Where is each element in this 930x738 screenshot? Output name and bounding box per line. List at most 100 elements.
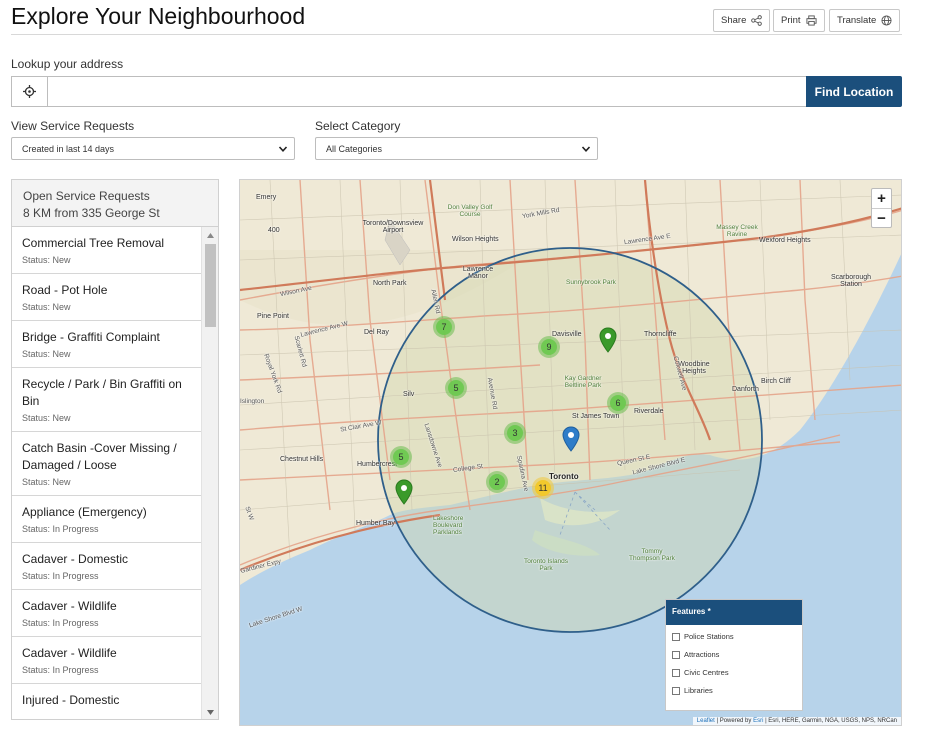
print-icon [806,15,817,26]
attribution-powered: | Powered by [714,718,754,724]
cluster-count: 3 [507,425,523,441]
map-cluster[interactable]: 11 [532,477,554,499]
requests-panel-header: Open Service Requests 8 KM from 335 Geor… [12,180,218,227]
map-label: Chestnut Hills [280,456,324,463]
feature-label: Civic Centres [684,668,729,677]
map-label: Davisville [552,331,582,338]
map-label: North Park [373,280,407,287]
cluster-count: 11 [535,480,551,496]
header-divider [11,34,902,35]
request-title: Cadaver - Wildlife [22,646,117,660]
address-label: Lookup your address [11,57,124,71]
category-select[interactable]: All Categories [315,137,598,160]
map-label: Silv [403,391,415,398]
map[interactable]: Emery 400 Toronto/Downsview Airport Don … [239,179,902,726]
list-item[interactable]: Recycle / Park / Bin Graffiti on Bin Stat… [12,368,202,432]
attribution-sources: | Esri, HERE, Garmin, NGA, USGS, NPS, NR… [763,718,897,724]
scroll-thumb[interactable] [205,244,216,327]
green-marker-icon[interactable] [599,327,617,353]
map-label: Scarborough Station [830,274,872,288]
request-status: Status: In Progress [22,571,99,581]
map-label: Lakeshore Boulevard Parklands [433,515,464,536]
feature-police-stations[interactable]: Police Stations [672,630,796,643]
page-title: Explore Your Neighbourhood [11,3,306,29]
scroll-down-icon[interactable] [206,708,215,717]
requests-panel: Open Service Requests 8 KM from 335 Geor… [11,179,219,720]
list-item[interactable]: Cadaver - Wildlife Status: In Progress [12,590,202,637]
list-item[interactable]: Catch Basin -Cover Missing / Damaged / L… [12,432,202,496]
requests-list: Commercial Tree Removal Status: New Road … [12,227,202,719]
cluster-count: 2 [489,474,505,490]
map-cluster[interactable]: 9 [538,336,560,358]
map-cluster[interactable]: 2 [486,471,508,493]
locate-me-button[interactable] [11,76,47,107]
checkbox[interactable] [672,668,680,677]
zoom-in-button[interactable]: + [872,189,891,208]
map-cluster[interactable]: 7 [433,316,455,338]
green-marker-icon[interactable] [395,479,413,505]
globe-icon [881,15,892,26]
map-label: St James Town [572,413,620,420]
feature-libraries[interactable]: Libraries [672,684,796,697]
map-label: Humber Bay [356,520,395,527]
request-title: Bridge - Graffiti Complaint [22,330,160,344]
map-cluster[interactable]: 5 [390,446,412,468]
list-item[interactable]: Commercial Tree Removal Status: New [12,227,202,274]
page: Explore Your Neighbourhood Share Print T… [0,0,930,738]
map-label: Don Valley Golf Course [447,204,493,218]
service-requests-label: View Service Requests [11,119,135,133]
list-scrollbar[interactable] [201,227,218,719]
zoom-control: + − [871,188,892,228]
map-cluster[interactable]: 3 [504,422,526,444]
request-status: Status: In Progress [22,618,99,628]
map-label: Wexford Heights [759,237,811,244]
map-label: 400 [268,227,280,234]
map-label: Del Ray [364,329,389,336]
find-location-button[interactable]: Find Location [806,76,902,107]
request-status: Status: New [22,349,71,359]
print-button[interactable]: Print [773,9,825,32]
checkbox[interactable] [672,632,680,641]
checkbox[interactable] [672,650,680,659]
print-label: Print [781,15,801,26]
map-label: Riverdale [634,408,664,415]
blue-marker-icon[interactable] [562,426,580,452]
map-label: Islington [240,398,265,405]
feature-label: Attractions [684,650,720,659]
service-requests-select[interactable]: Created in last 14 days [11,137,295,160]
map-label: Kay Gardner Beltline Park [564,375,602,389]
share-button[interactable]: Share [713,9,771,32]
list-item[interactable]: Injured - Domestic [12,684,202,719]
list-item[interactable]: Cadaver - Wildlife Status: In Progress [12,637,202,684]
esri-link[interactable]: Esri [753,718,763,724]
request-title: Road - Pot Hole [22,283,108,297]
scroll-up-icon[interactable] [206,231,215,240]
feature-civic-centres[interactable]: Civic Centres [672,666,796,679]
request-title: Commercial Tree Removal [22,236,165,250]
request-status: Status: New [22,477,71,487]
map-cluster[interactable]: 5 [445,377,467,399]
map-label: Wilson Heights [452,236,499,243]
cluster-count: 5 [448,380,464,396]
address-input[interactable] [47,76,807,107]
feature-attractions[interactable]: Attractions [672,648,796,661]
requests-distance: 8 KM from 335 George St [23,206,160,220]
leaflet-link[interactable]: Leaflet [697,718,715,724]
list-item[interactable]: Road - Pot Hole Status: New [12,274,202,321]
list-item[interactable]: Cadaver - Domestic Status: In Progress [12,543,202,590]
list-item[interactable]: Appliance (Emergency) Status: In Progress [12,496,202,543]
service-requests-value: Created in last 14 days [22,143,115,154]
translate-button[interactable]: Translate [829,9,901,32]
map-attribution: Leaflet | Powered by Esri | Esri, HERE, … [692,717,901,725]
list-item[interactable]: Bridge - Graffiti Complaint Status: New [12,321,202,368]
checkbox[interactable] [672,686,680,695]
request-status: Status: New [22,302,71,312]
map-label: Pine Point [257,313,289,320]
request-title: Appliance (Emergency) [22,505,147,519]
zoom-out-button[interactable]: − [872,208,891,227]
translate-label: Translate [837,15,877,26]
share-icon [751,15,763,26]
request-status: Status: In Progress [22,524,99,534]
map-cluster[interactable]: 6 [607,392,629,414]
map-label: Danforth [732,386,759,393]
